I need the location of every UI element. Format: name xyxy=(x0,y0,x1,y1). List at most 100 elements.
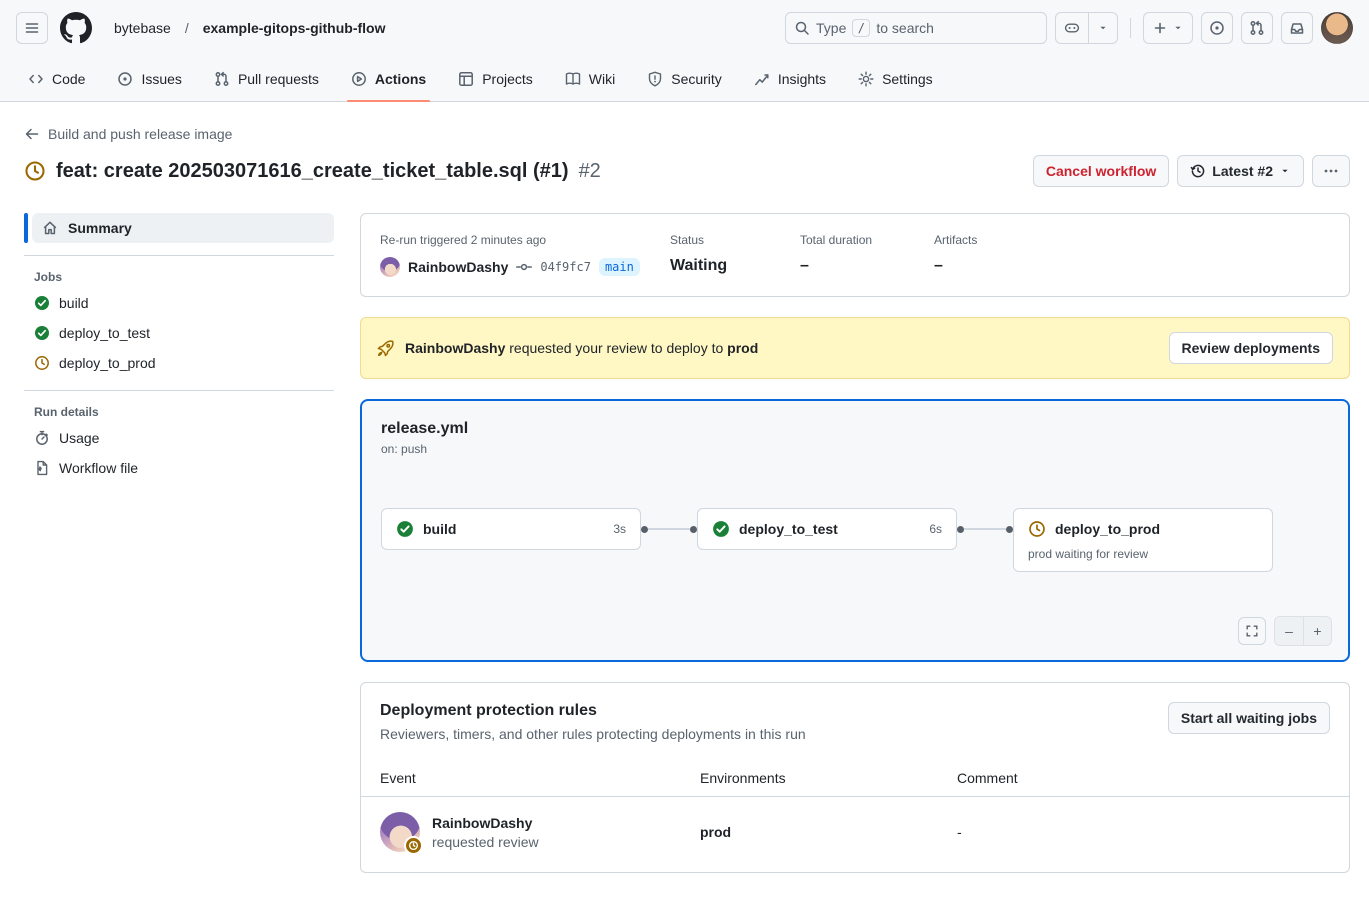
copilot-menu-button[interactable] xyxy=(1088,13,1117,43)
workflow-file-name: release.yml xyxy=(381,420,1329,438)
back-link-label: Build and push release image xyxy=(48,126,232,142)
workflow-graph: build 3s deploy_ xyxy=(381,508,1329,572)
sidebar-item-usage[interactable]: Usage xyxy=(24,423,334,453)
issues-dashboard-button[interactable] xyxy=(1201,12,1233,44)
global-header: bytebase / example-gitops-github-flow Ty… xyxy=(0,0,1369,56)
zoom-in-button[interactable]: + xyxy=(1303,617,1331,645)
tab-settings[interactable]: Settings xyxy=(846,56,945,101)
column-header-environments: Environments xyxy=(700,770,957,786)
sidebar-item-workflow-file[interactable]: Workflow file xyxy=(24,453,334,483)
actions-run-page: Build and push release image feat: creat… xyxy=(0,102,1369,897)
reviewer-avatar[interactable] xyxy=(380,812,420,852)
workflow-trigger: on: push xyxy=(381,442,1329,456)
edge-line xyxy=(648,528,690,530)
review-actor: RainbowDashy xyxy=(405,340,505,356)
repo-nav: Code Issues Pull requests Actions Projec… xyxy=(0,56,1369,102)
review-request-banner: RainbowDashy requested your review to de… xyxy=(360,317,1350,379)
tab-projects[interactable]: Projects xyxy=(446,56,545,101)
graph-node-build[interactable]: build 3s xyxy=(381,508,641,550)
cancel-workflow-button[interactable]: Cancel workflow xyxy=(1033,155,1169,187)
breadcrumb-separator: / xyxy=(185,20,189,36)
review-deployments-button[interactable]: Review deployments xyxy=(1169,332,1334,364)
sidebar-item-summary[interactable]: Summary xyxy=(32,213,334,243)
tab-security[interactable]: Security xyxy=(635,56,734,101)
edge-dot xyxy=(1006,526,1013,533)
protection-rules-card: Deployment protection rules Reviewers, t… xyxy=(360,682,1350,873)
search-input[interactable]: Type / to search xyxy=(785,12,1047,44)
copilot-button[interactable] xyxy=(1056,13,1088,43)
sidebar-job-build[interactable]: build xyxy=(24,288,334,318)
arrow-left-icon xyxy=(24,126,40,142)
inbox-button[interactable] xyxy=(1281,12,1313,44)
table-row: RainbowDashy requested review prod - xyxy=(361,797,1349,872)
commit-sha[interactable]: 04f9fc7 xyxy=(540,260,591,274)
tab-wiki[interactable]: Wiki xyxy=(553,56,627,101)
review-message-text: requested your review to deploy to xyxy=(509,340,723,356)
tab-label: Pull requests xyxy=(238,71,319,87)
check-circle-icon xyxy=(396,520,414,538)
graph-node-deploy-to-test[interactable]: deploy_to_test 6s xyxy=(697,508,957,550)
rocket-icon xyxy=(377,339,395,357)
reviewer-name[interactable]: RainbowDashy xyxy=(432,815,539,831)
edge-dot xyxy=(641,526,648,533)
tab-label: Insights xyxy=(778,71,826,87)
environment-value: prod xyxy=(700,824,957,840)
trigger-text: Re-run triggered 2 minutes ago xyxy=(380,233,670,247)
create-new-button[interactable] xyxy=(1143,12,1193,44)
actor-name[interactable]: RainbowDashy xyxy=(408,259,508,275)
tab-pull-requests[interactable]: Pull requests xyxy=(202,56,331,101)
waiting-clock-icon xyxy=(24,160,46,182)
breadcrumb: bytebase / example-gitops-github-flow xyxy=(108,16,391,40)
breadcrumb-owner[interactable]: bytebase xyxy=(108,16,177,40)
book-icon xyxy=(565,71,581,87)
git-pull-request-icon xyxy=(214,71,230,87)
run-detail-label: Usage xyxy=(59,430,99,446)
latest-run-button[interactable]: Latest #2 xyxy=(1177,155,1304,187)
run-details-heading: Run details xyxy=(24,405,334,423)
play-circle-icon xyxy=(351,71,367,87)
check-circle-icon xyxy=(34,325,50,341)
git-pull-request-icon xyxy=(1249,20,1265,36)
zoom-out-button[interactable]: – xyxy=(1275,617,1303,645)
plus-icon xyxy=(1152,20,1168,36)
status-value: Waiting xyxy=(670,257,800,275)
node-label: deploy_to_test xyxy=(739,521,920,537)
code-icon xyxy=(28,71,44,87)
graph-edge xyxy=(641,508,697,550)
github-logo[interactable] xyxy=(60,12,92,44)
protection-rules-title: Deployment protection rules xyxy=(380,702,1168,720)
tab-code[interactable]: Code xyxy=(16,56,97,101)
user-avatar[interactable] xyxy=(1321,12,1353,44)
sidebar-job-deploy-to-test[interactable]: deploy_to_test xyxy=(24,318,334,348)
git-commit-icon xyxy=(516,259,532,275)
edge-dot xyxy=(957,526,964,533)
fit-view-button[interactable] xyxy=(1238,617,1266,645)
issue-opened-icon xyxy=(1209,20,1225,36)
latest-run-label: Latest #2 xyxy=(1212,163,1273,179)
node-duration: 3s xyxy=(613,522,626,536)
tab-insights[interactable]: Insights xyxy=(742,56,838,101)
hamburger-menu-button[interactable] xyxy=(16,12,48,44)
copilot-icon xyxy=(1064,20,1080,36)
pull-requests-dashboard-button[interactable] xyxy=(1241,12,1273,44)
check-circle-icon xyxy=(34,295,50,311)
artifacts-label: Artifacts xyxy=(934,233,1064,247)
actor-avatar[interactable] xyxy=(380,257,400,277)
run-sidebar: Summary Jobs build deploy_to_test xyxy=(24,213,334,873)
kebab-horizontal-icon xyxy=(1323,163,1339,179)
tab-actions[interactable]: Actions xyxy=(339,56,438,101)
tab-issues[interactable]: Issues xyxy=(105,56,193,101)
graph-node-deploy-to-prod[interactable]: deploy_to_prod prod waiting for review xyxy=(1013,508,1273,572)
branch-badge[interactable]: main xyxy=(599,258,640,276)
node-duration: 6s xyxy=(929,522,942,536)
run-options-button[interactable] xyxy=(1312,155,1350,187)
run-summary-main: Re-run triggered 2 minutes ago RainbowDa… xyxy=(360,213,1350,873)
stopwatch-icon xyxy=(34,430,50,446)
node-note: prod waiting for review xyxy=(1028,547,1258,561)
review-request-message: RainbowDashy requested your review to de… xyxy=(405,340,1159,356)
duration-value: – xyxy=(800,257,934,275)
start-all-waiting-jobs-button[interactable]: Start all waiting jobs xyxy=(1168,702,1330,734)
back-to-workflow-link[interactable]: Build and push release image xyxy=(24,126,232,142)
breadcrumb-repo[interactable]: example-gitops-github-flow xyxy=(197,16,392,40)
sidebar-job-deploy-to-prod[interactable]: deploy_to_prod xyxy=(24,348,334,378)
